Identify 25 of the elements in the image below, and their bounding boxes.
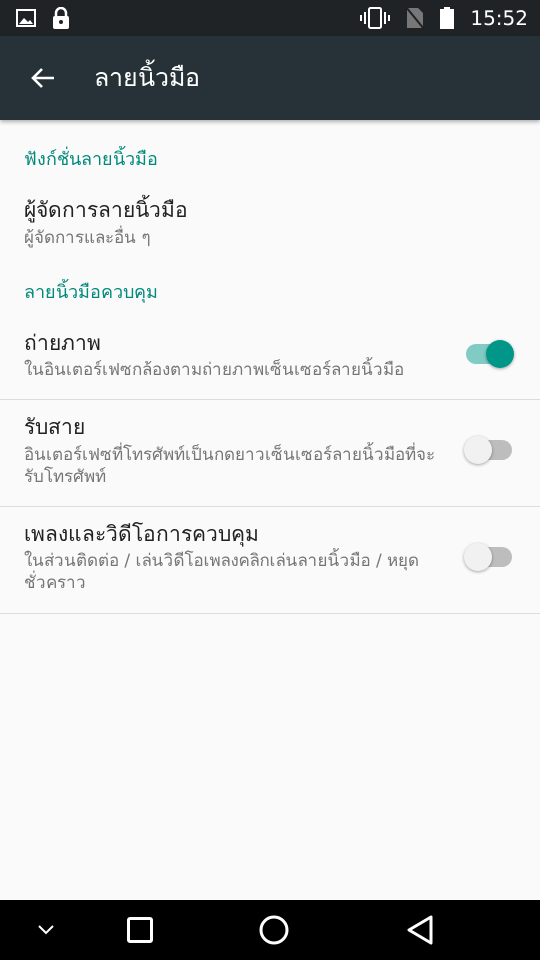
chevron-down-icon[interactable] <box>38 925 54 935</box>
app-bar-title: ลายนิ้วมือ <box>94 59 200 97</box>
item-title: ผู้จัดการลายนิ้วมือ <box>24 195 516 226</box>
clock-time: 15:52 <box>470 5 528 32</box>
vibrate-icon <box>360 7 390 29</box>
item-summary: ในอินเตอร์เฟซกล้องตามถ่ายภาพเซ็นเซอร์ลายนิ้วมือ <box>24 359 450 382</box>
recents-button[interactable] <box>127 917 153 943</box>
settings-item[interactable]: รับสาย อินเตอร์เฟซที่โทรศัพท์เป็นกดยาวเซ็นเซอร์ลายนิ้วมือที่จะรับโทรศัพท์ <box>0 400 540 506</box>
item-summary: อินเตอร์เฟซที่โทรศัพท์เป็นกดยาวเซ็นเซอร์ลายนิ้วมือที่จะรับโทรศัพท์ <box>24 444 450 488</box>
section-header: ลายนิ้วมือควบคุม <box>0 266 540 316</box>
item-title: รับสาย <box>24 414 86 442</box>
section-header: ฟังก์ชั่นลายนิ้วมือ <box>0 134 540 183</box>
image-icon <box>16 9 36 27</box>
item-title: ถ่ายภาพ <box>24 330 102 357</box>
lock-icon <box>52 7 70 29</box>
item-summary: ผู้จัดการและอื่น ๆ <box>24 226 152 249</box>
item-summary: ในส่วนติดต่อ / เล่นวิดีโอเพลงคลิกเล่นลายนิ้วมือ / หยุดชั่วคราว <box>24 550 450 595</box>
item-title: เพลงและวิดีโอการควบคุม <box>24 520 260 548</box>
home-button[interactable] <box>259 915 289 945</box>
settings-item[interactable]: ถ่ายภาพ ในอินเตอร์เฟซกล้องตามถ่ายภาพเซ็นเซอร์ลายนิ้วมือ <box>0 316 540 400</box>
settings-item[interactable]: เพลงและวิดีโอการควบคุม ในส่วนติดต่อ / เล่นวิดีโอเพลงคลิกเล่นลายนิ้วมือ / หยุดชั่วคราว <box>0 506 540 613</box>
battery-icon <box>440 7 454 29</box>
settings-item[interactable]: ผู้จัดการลายนิ้วมือ ผู้จัดการและอื่น ๆ <box>0 183 540 267</box>
no-sim-icon <box>406 7 424 29</box>
back-button[interactable] <box>407 915 433 945</box>
